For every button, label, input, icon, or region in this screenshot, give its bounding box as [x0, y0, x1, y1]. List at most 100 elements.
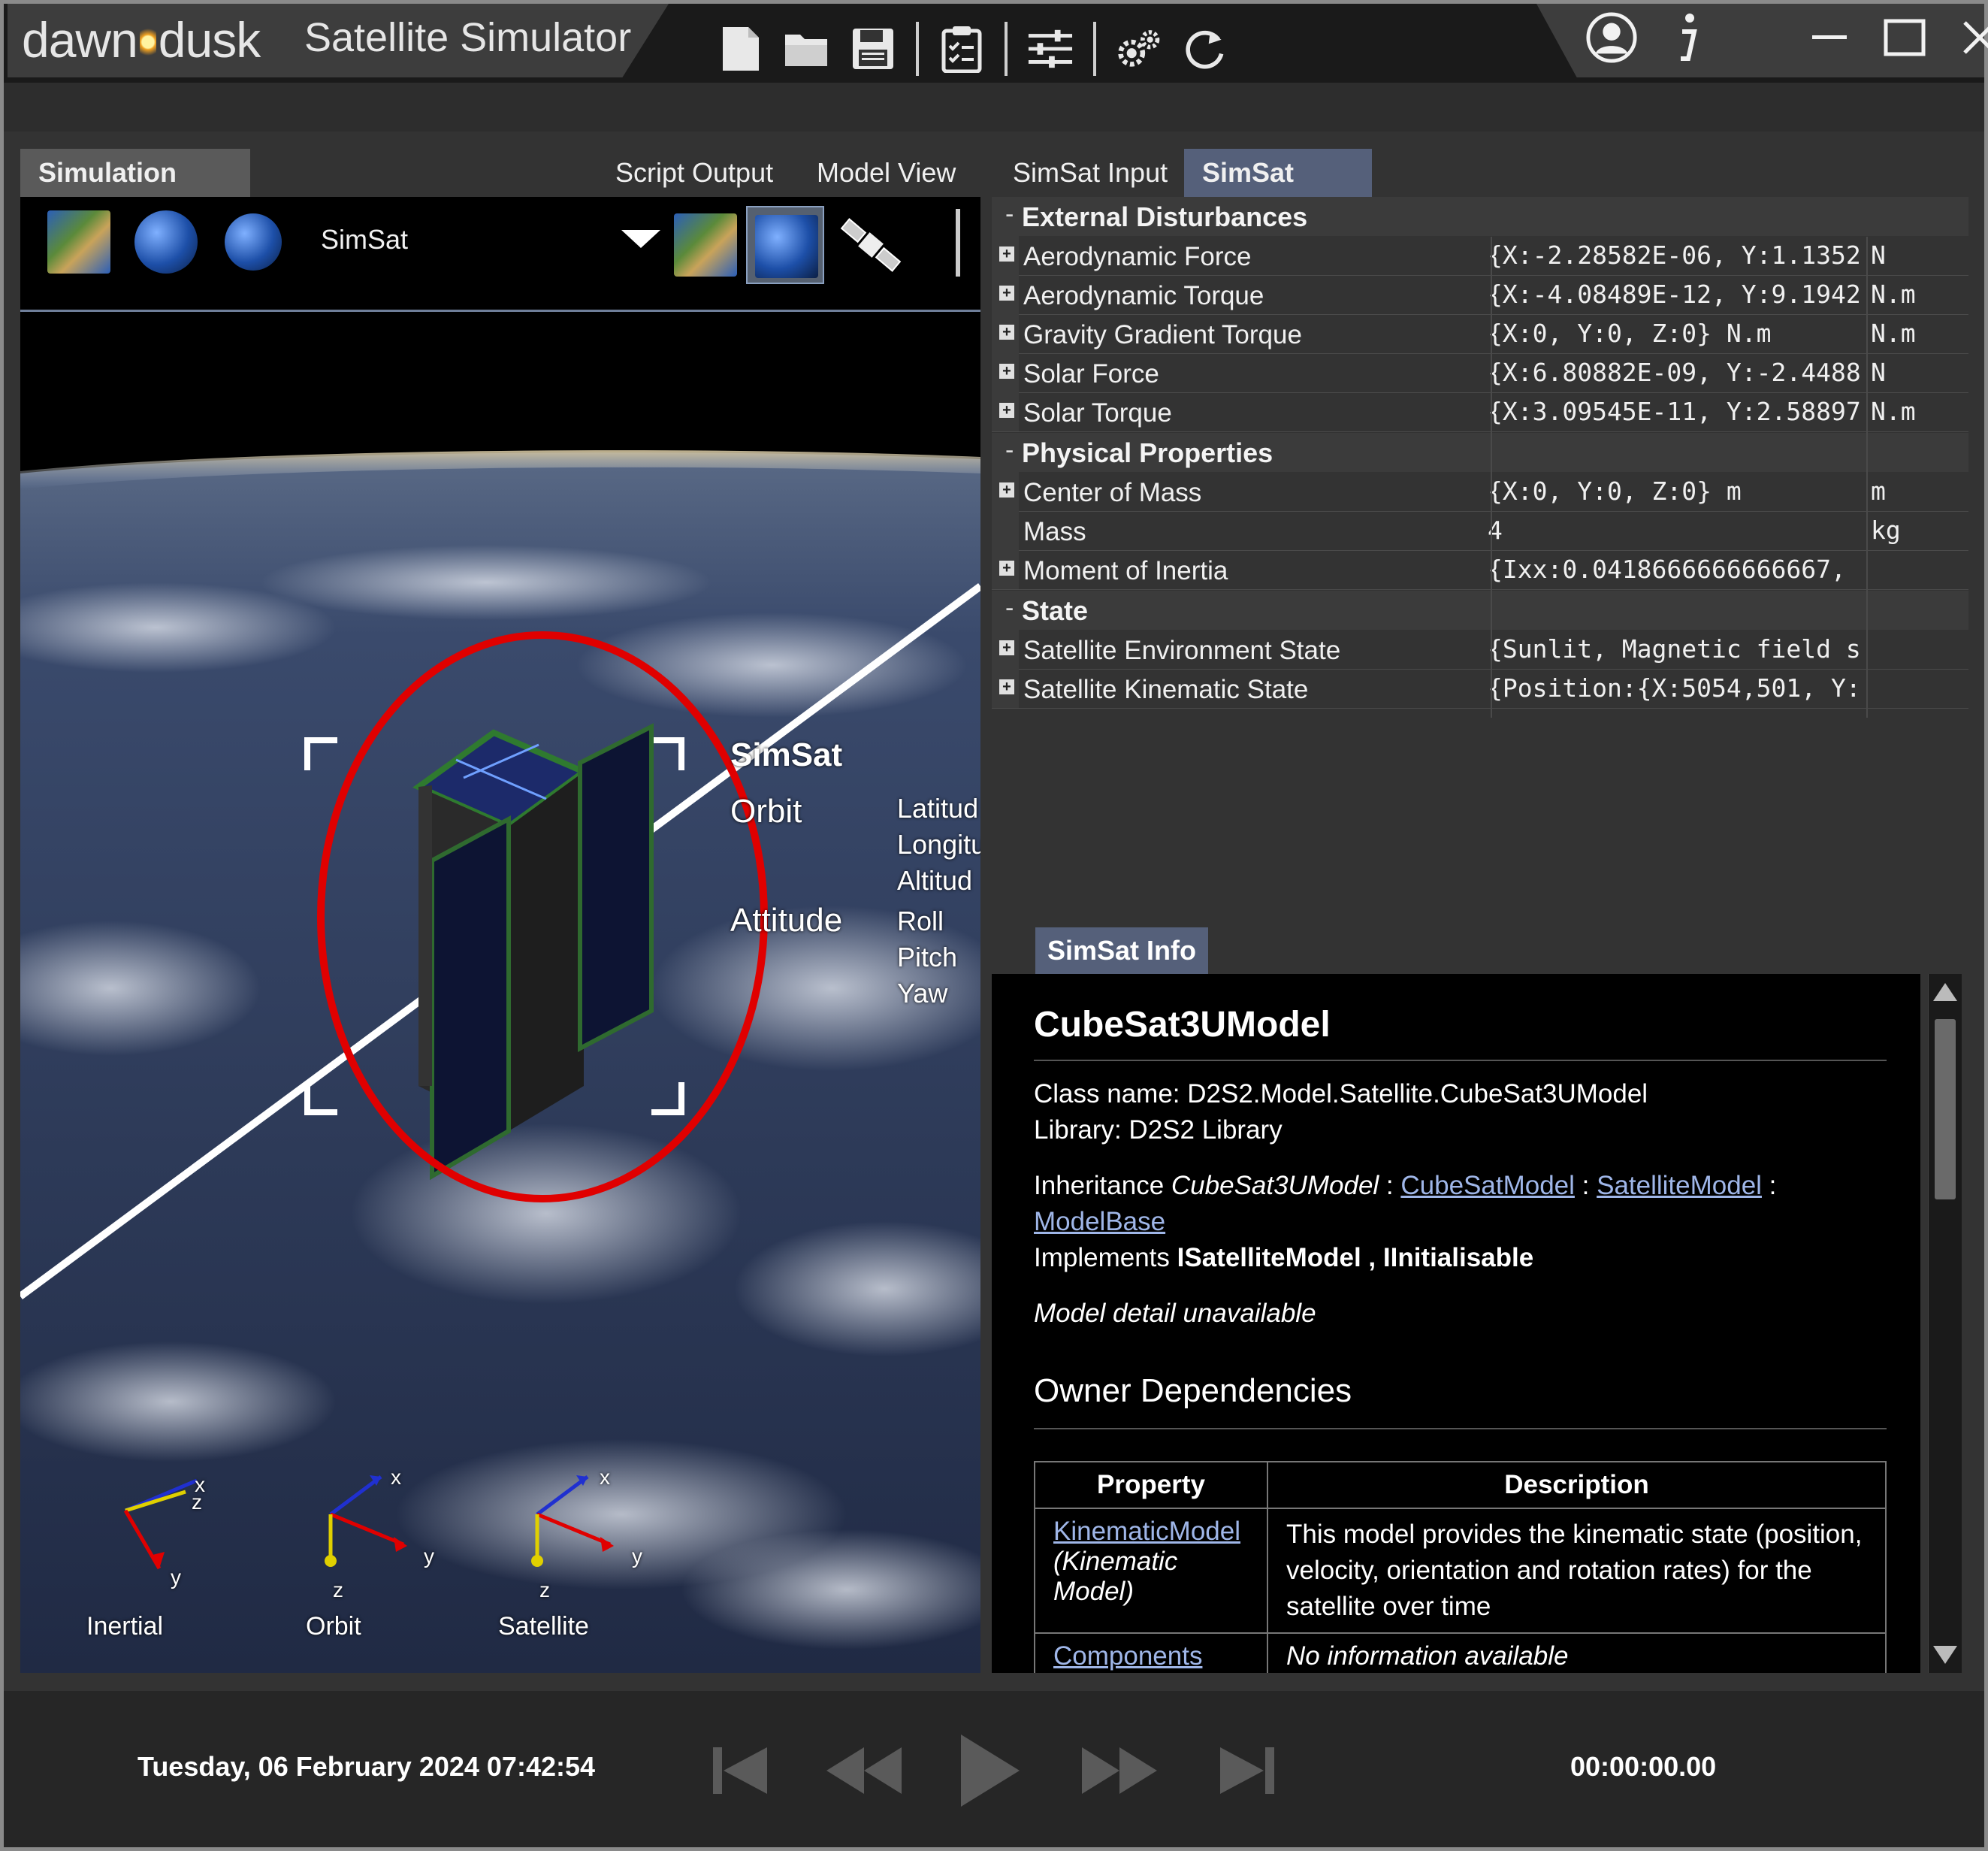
expand-icon[interactable]: + [999, 246, 1014, 262]
minimize-icon[interactable] [1803, 11, 1856, 64]
link-components[interactable]: Components [1053, 1641, 1202, 1671]
object-selector[interactable]: SimSat [321, 224, 408, 256]
skip-to-start-icon[interactable] [706, 1733, 774, 1808]
pitch-label: Pitch [897, 942, 958, 972]
property-row[interactable]: + Aerodynamic Torque {X:-4.08489E-12, Y:… [992, 275, 1968, 315]
orbit-frame-label: Orbit [306, 1612, 361, 1641]
tab-simsat-state[interactable]: SimSat State [1184, 149, 1372, 236]
tab-script-output[interactable]: Script Output [597, 149, 791, 197]
dependencies-table: Property Description KinematicModel (Kin… [1034, 1461, 1887, 1673]
expand-icon[interactable]: + [999, 286, 1014, 301]
skip-to-end-icon[interactable] [1213, 1733, 1281, 1808]
toolbar-separator [1093, 22, 1096, 76]
expand-icon[interactable]: + [999, 482, 1014, 498]
toolbar-separator [916, 22, 919, 76]
orbit-label: Orbit [730, 793, 802, 830]
user-icon[interactable] [1585, 11, 1638, 64]
expand-icon[interactable]: + [999, 364, 1014, 379]
axis-label: x [391, 1465, 401, 1489]
play-icon[interactable] [953, 1733, 1028, 1808]
app-logo: dawn dusk [22, 12, 261, 68]
scroll-thumb[interactable] [1935, 1019, 1956, 1199]
property-row[interactable]: + Gravity Gradient Torque {X:0, Y:0, Z:0… [992, 314, 1968, 354]
satellite-earth-view-icon[interactable] [746, 206, 824, 284]
clipboard-checklist-icon[interactable] [938, 26, 985, 73]
collapse-icon[interactable]: - [1005, 200, 1014, 229]
tab-simsat-info[interactable]: SimSat Info [1035, 927, 1208, 974]
info-scrollbar[interactable] [1928, 974, 1962, 1673]
expand-icon[interactable]: + [999, 679, 1014, 694]
property-row[interactable]: + Satellite Kinematic State {Position:{X… [992, 669, 1968, 709]
open-folder-icon[interactable] [784, 26, 830, 72]
model-detail-text: Model detail unavailable [1034, 1299, 1316, 1328]
link-cubesatmodel[interactable]: CubeSatModel [1400, 1171, 1575, 1200]
description-cell: No information available [1267, 1632, 1887, 1673]
longitude-label: Longitu [897, 829, 980, 860]
expand-icon[interactable]: + [999, 403, 1014, 418]
simulation-viewport[interactable]: SimSat Orbit Attitude Latitud Longitu Al… [20, 312, 980, 1673]
satellite-frame-label: Satellite [498, 1612, 589, 1641]
grid-divider [1491, 237, 1492, 718]
yaw-label: Yaw [897, 978, 948, 1009]
inertial-frame-label: Inertial [86, 1612, 164, 1641]
category-physical-properties[interactable]: - Physical Properties [992, 433, 1968, 472]
info-icon[interactable] [1660, 11, 1713, 64]
property-row[interactable]: + Aerodynamic Force {X:-2.28582E-06, Y:1… [992, 236, 1968, 276]
link-satellitemodel[interactable]: SatelliteModel [1597, 1171, 1762, 1200]
axis-label: z [333, 1578, 343, 1601]
collapse-icon[interactable]: - [1005, 594, 1014, 623]
axis-label: z [539, 1578, 550, 1601]
expand-icon[interactable]: + [999, 640, 1014, 655]
collapse-icon[interactable]: - [1005, 436, 1014, 465]
gears-icon[interactable] [1116, 26, 1162, 72]
table-row: Components No information available [1034, 1632, 1887, 1673]
expand-icon[interactable]: + [999, 325, 1014, 340]
save-icon[interactable] [850, 26, 896, 72]
fast-forward-icon[interactable] [1078, 1733, 1161, 1808]
tab-simsat-input[interactable]: SimSat Input [995, 149, 1186, 197]
toolbar-separator [1005, 22, 1008, 76]
scene-canvas [20, 312, 980, 1673]
scroll-up-icon[interactable] [1933, 983, 1957, 1001]
link-kinematicmodel[interactable]: KinematicModel [1053, 1517, 1240, 1546]
axis-label: x [600, 1465, 610, 1489]
property-grid: - External Disturbances + Aerodynamic Fo… [992, 197, 1968, 911]
property-row[interactable]: + Solar Torque {X:3.09545E-11, Y:2.58897… [992, 392, 1968, 432]
chevron-down-icon[interactable] [621, 230, 660, 248]
class-name-text: Class name: D2S2.Model.Satellite.CubeSat… [1034, 1079, 1648, 1108]
close-icon[interactable] [1953, 11, 1988, 64]
property-row[interactable]: Mass 4 kg [992, 511, 1968, 551]
world-map-icon[interactable] [47, 210, 110, 274]
category-state[interactable]: - State [992, 591, 1968, 630]
rewind-icon[interactable] [823, 1733, 905, 1808]
attitude-label: Attitude [730, 902, 843, 939]
property-row[interactable]: + Satellite Environment State {Sunlit, M… [992, 630, 1968, 670]
tab-simulation-view[interactable]: Simulation View [20, 149, 250, 236]
toolbar-separator [956, 209, 960, 277]
scroll-down-icon[interactable] [1933, 1646, 1957, 1664]
property-row[interactable]: + Center of Mass {X:0, Y:0, Z:0} m m [992, 472, 1968, 512]
earth-orbit-view-icon[interactable] [666, 206, 745, 284]
sliders-icon[interactable] [1027, 26, 1074, 72]
property-row[interactable]: + Moment of Inertia {Ixx:0.0418666666666… [992, 550, 1968, 590]
logo-sun-icon [139, 17, 156, 62]
divider [1034, 1060, 1887, 1061]
altitude-label: Altitud [897, 865, 973, 896]
satellite-icon[interactable] [832, 206, 910, 284]
model-title: CubeSat3UModel [1034, 1005, 1331, 1045]
tab-model-view[interactable]: Model View [799, 149, 974, 197]
new-file-icon[interactable] [718, 26, 764, 72]
expand-icon[interactable]: + [999, 561, 1014, 576]
link-modelbase[interactable]: ModelBase [1034, 1207, 1165, 1236]
globe-orbit-icon[interactable] [134, 210, 198, 274]
owner-dependencies-heading: Owner Dependencies [1034, 1372, 1352, 1409]
maximize-icon[interactable] [1878, 11, 1931, 64]
refresh-icon[interactable] [1182, 26, 1228, 72]
latitude-label: Latitud [897, 793, 979, 824]
satellite-name-label: SimSat [730, 736, 843, 773]
category-external-disturbances[interactable]: - External Disturbances [992, 197, 1968, 236]
earth-icon[interactable] [225, 213, 282, 271]
simulation-datetime: Tuesday, 06 February 2024 07:42:54 [137, 1751, 596, 1782]
column-header: Description [1267, 1461, 1887, 1509]
property-row[interactable]: + Solar Force {X:6.80882E-09, Y:-2.44885… [992, 353, 1968, 393]
